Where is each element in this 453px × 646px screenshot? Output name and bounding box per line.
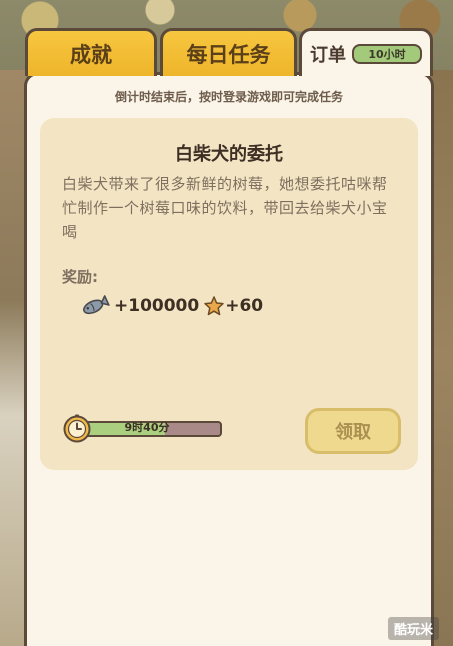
tab-daily-label: 每日任务 [186,42,271,67]
watermark-logo: 酷玩米 [387,617,439,640]
reward-fish-amount: +100000 [114,296,200,316]
background-left-edge [0,70,26,646]
reward-label: 奖励: [62,268,98,286]
tab-achievement[interactable]: 成就 [25,28,157,76]
reward-row: +100000 +60 [80,292,263,320]
task-description: 白柴犬带来了很多新鲜的树莓，她想委托咕咪帮忙制作一个树莓口味的饮料，带回去给柴犬… [62,175,388,241]
time-remaining-label: 9时40分 [124,421,170,434]
background-right-edge [431,70,453,646]
task-title: 白柴犬的委托 [175,144,283,165]
tab-achievement-label: 成就 [70,42,112,67]
order-timer-badge: 10小时 [352,43,422,64]
star-icon [203,295,225,317]
clock-icon [62,414,92,448]
claim-button-label: 领取 [335,422,371,443]
tab-order[interactable]: 订单 10小时 [299,28,433,76]
claim-button[interactable]: 领取 [305,408,401,454]
time-remaining-bar: 9时40分 [62,414,224,443]
tab-daily-tasks[interactable]: 每日任务 [160,28,297,76]
fish-icon [80,295,110,317]
tab-order-label: 订单 [310,44,346,66]
reward-star-amount: +60 [225,296,264,316]
countdown-notice: 倒计时结束后，按时登录游戏即可完成任务 [114,90,343,104]
